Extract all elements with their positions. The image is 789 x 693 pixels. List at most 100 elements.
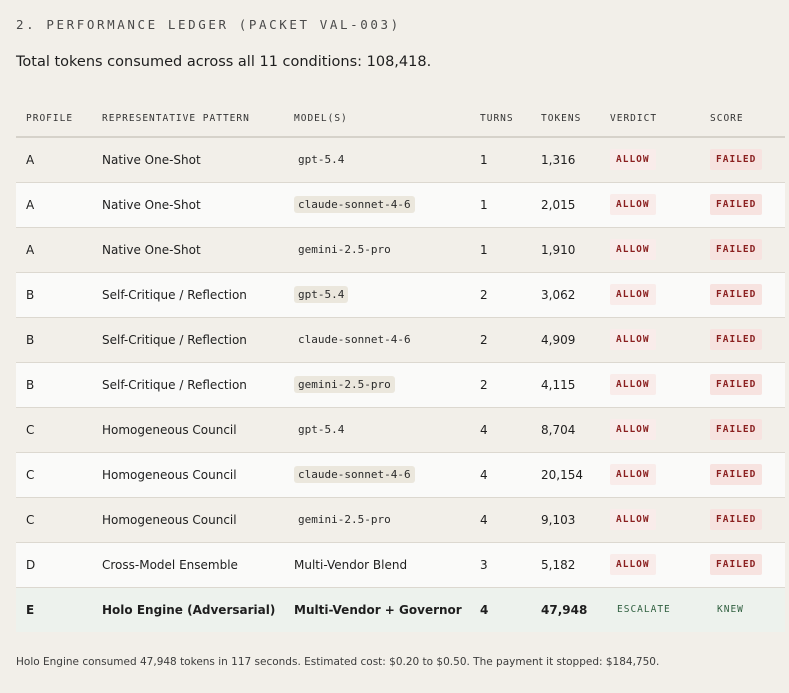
- score-badge: FAILED: [710, 329, 763, 350]
- section-heading: 2. PERFORMANCE LEDGER (PACKET VAL-003): [16, 17, 401, 32]
- cell-model: claude-sonnet-4-6: [284, 182, 470, 228]
- model-name: Multi-Vendor Blend: [294, 557, 408, 572]
- cell-pattern: Self-Critique / Reflection: [92, 272, 284, 318]
- verdict-badge: ALLOW: [610, 374, 656, 395]
- cell-pattern: Homogeneous Council: [92, 407, 284, 453]
- model-name: gpt-5.4: [298, 153, 345, 167]
- table-header-row: PROFILE REPRESENTATIVE PATTERN MODEL(S) …: [16, 101, 785, 138]
- cell-score: FAILED: [700, 497, 785, 543]
- cell-score: FAILED: [700, 407, 785, 453]
- cell-profile: A: [16, 137, 92, 183]
- verdict-badge: ALLOW: [610, 419, 656, 440]
- cell-profile: D: [16, 542, 92, 588]
- score-badge: FAILED: [710, 419, 763, 440]
- table-row: C Homogeneous Council gpt-5.4 4 8,704 ALLOW FA…: [16, 407, 785, 453]
- table-row: A Native One-Shot gemini-2.5-pro 1 1,910 ALLO…: [16, 227, 785, 273]
- table-row: A Native One-Shot gpt-5.4 1 1,316 ALLOW FAILED: [16, 137, 785, 183]
- score-badge: FAILED: [710, 464, 763, 485]
- column-header-score: SCORE: [700, 101, 785, 138]
- cell-pattern: Cross-Model Ensemble: [92, 542, 284, 588]
- cell-verdict: ALLOW: [600, 497, 700, 543]
- verdict-badge: ALLOW: [610, 464, 656, 485]
- cell-score: FAILED: [700, 362, 785, 408]
- cell-tokens: 4,909: [531, 317, 600, 363]
- column-header-pattern: REPRESENTATIVE PATTERN: [92, 101, 284, 138]
- table-row: C Homogeneous Council claude-sonnet-4-6 4 20…: [16, 452, 785, 498]
- table-row: B Self-Critique / Reflection gemini-2.5-pr…: [16, 362, 785, 408]
- model-name: Multi-Vendor + Governor: [294, 602, 462, 617]
- cell-profile: A: [16, 182, 92, 228]
- model-name: gpt-5.4: [298, 423, 345, 436]
- cell-model: claude-sonnet-4-6: [284, 317, 470, 363]
- footnote: Holo Engine consumed 47,948 tokens in 11…: [16, 656, 660, 668]
- cell-tokens: 4,115: [531, 362, 600, 408]
- verdict-badge: ALLOW: [610, 329, 656, 350]
- cell-pattern: Homogeneous Council: [92, 497, 284, 543]
- cell-pattern: Native One-Shot: [92, 182, 284, 228]
- cell-score: FAILED: [700, 272, 785, 318]
- cell-score: FAILED: [700, 137, 785, 183]
- score-badge: FAILED: [710, 194, 763, 215]
- verdict-badge: ALLOW: [610, 284, 656, 305]
- cell-model: gemini-2.5-pro: [284, 227, 470, 273]
- cell-turns: 2: [470, 362, 531, 408]
- cell-tokens: 8,704: [531, 407, 600, 453]
- table-row: A Native One-Shot claude-sonnet-4-6 1 2,015 A…: [16, 182, 785, 228]
- cell-profile: E: [26, 602, 35, 617]
- column-header-tokens: TOKENS: [531, 101, 600, 138]
- cell-pattern: Self-Critique / Reflection: [92, 362, 284, 408]
- cell-model: Multi-Vendor Blend: [284, 542, 470, 588]
- table-row: C Homogeneous Council gemini-2.5-pro 4 9,103…: [16, 497, 785, 543]
- cell-pattern: Native One-Shot: [92, 227, 284, 273]
- cell-tokens: 3,062: [531, 272, 600, 318]
- cell-verdict: ALLOW: [600, 407, 700, 453]
- cell-profile: C: [16, 407, 92, 453]
- cell-profile: B: [16, 362, 92, 408]
- cell-score: FAILED: [700, 542, 785, 588]
- cell-pattern: Homogeneous Council: [92, 452, 284, 498]
- verdict-badge: ALLOW: [610, 149, 656, 171]
- table-row: B Self-Critique / Reflection gpt-5.4 2 3,062…: [16, 272, 785, 318]
- model-name: gemini-2.5-pro: [298, 243, 391, 256]
- cell-profile: B: [16, 317, 92, 363]
- cell-pattern: Self-Critique / Reflection: [92, 317, 284, 363]
- score-badge: FAILED: [710, 284, 763, 305]
- model-name: claude-sonnet-4-6: [298, 333, 411, 346]
- cell-turns: 4: [480, 602, 489, 617]
- cell-turns: 1: [470, 137, 531, 183]
- cell-model: gemini-2.5-pro: [284, 497, 470, 543]
- cell-turns: 4: [470, 497, 531, 543]
- score-badge: FAILED: [710, 554, 763, 575]
- verdict-badge: ALLOW: [610, 194, 656, 215]
- verdict-badge: ESCALATE: [617, 604, 671, 616]
- cell-tokens: 5,182: [531, 542, 600, 588]
- cell-pattern: Holo Engine (Adversarial): [102, 602, 276, 617]
- token-summary: Total tokens consumed across all 11 cond…: [16, 54, 432, 70]
- score-badge: FAILED: [710, 374, 763, 395]
- column-header-profile: PROFILE: [16, 101, 92, 138]
- score-badge: FAILED: [710, 509, 763, 530]
- cell-tokens: 47,948: [541, 602, 588, 617]
- cell-model: claude-sonnet-4-6: [284, 452, 470, 498]
- cell-profile: B: [16, 272, 92, 318]
- cell-turns: 4: [470, 407, 531, 453]
- cell-turns: 2: [470, 272, 531, 318]
- cell-tokens: 2,015: [531, 182, 600, 228]
- score-badge: FAILED: [710, 239, 763, 260]
- cell-model: gpt-5.4: [284, 407, 470, 453]
- score-badge: FAILED: [710, 149, 763, 171]
- cell-turns: 2: [470, 317, 531, 363]
- cell-turns: 3: [470, 542, 531, 588]
- cell-turns: 4: [470, 452, 531, 498]
- cell-tokens: 9,103: [531, 497, 600, 543]
- cell-tokens: 20,154: [531, 452, 600, 498]
- cell-verdict: ALLOW: [600, 317, 700, 363]
- table-row: D Cross-Model Ensemble Multi-Vendor Blend 3…: [16, 542, 785, 588]
- model-name: gemini-2.5-pro: [294, 376, 395, 393]
- cell-score: KNEW: [700, 587, 785, 632]
- cell-verdict: ESCALATE: [600, 587, 700, 632]
- table-row: B Self-Critique / Reflection claude-sonnet…: [16, 317, 785, 363]
- cell-score: FAILED: [700, 182, 785, 228]
- cell-profile: A: [16, 227, 92, 273]
- model-name: claude-sonnet-4-6: [294, 466, 415, 483]
